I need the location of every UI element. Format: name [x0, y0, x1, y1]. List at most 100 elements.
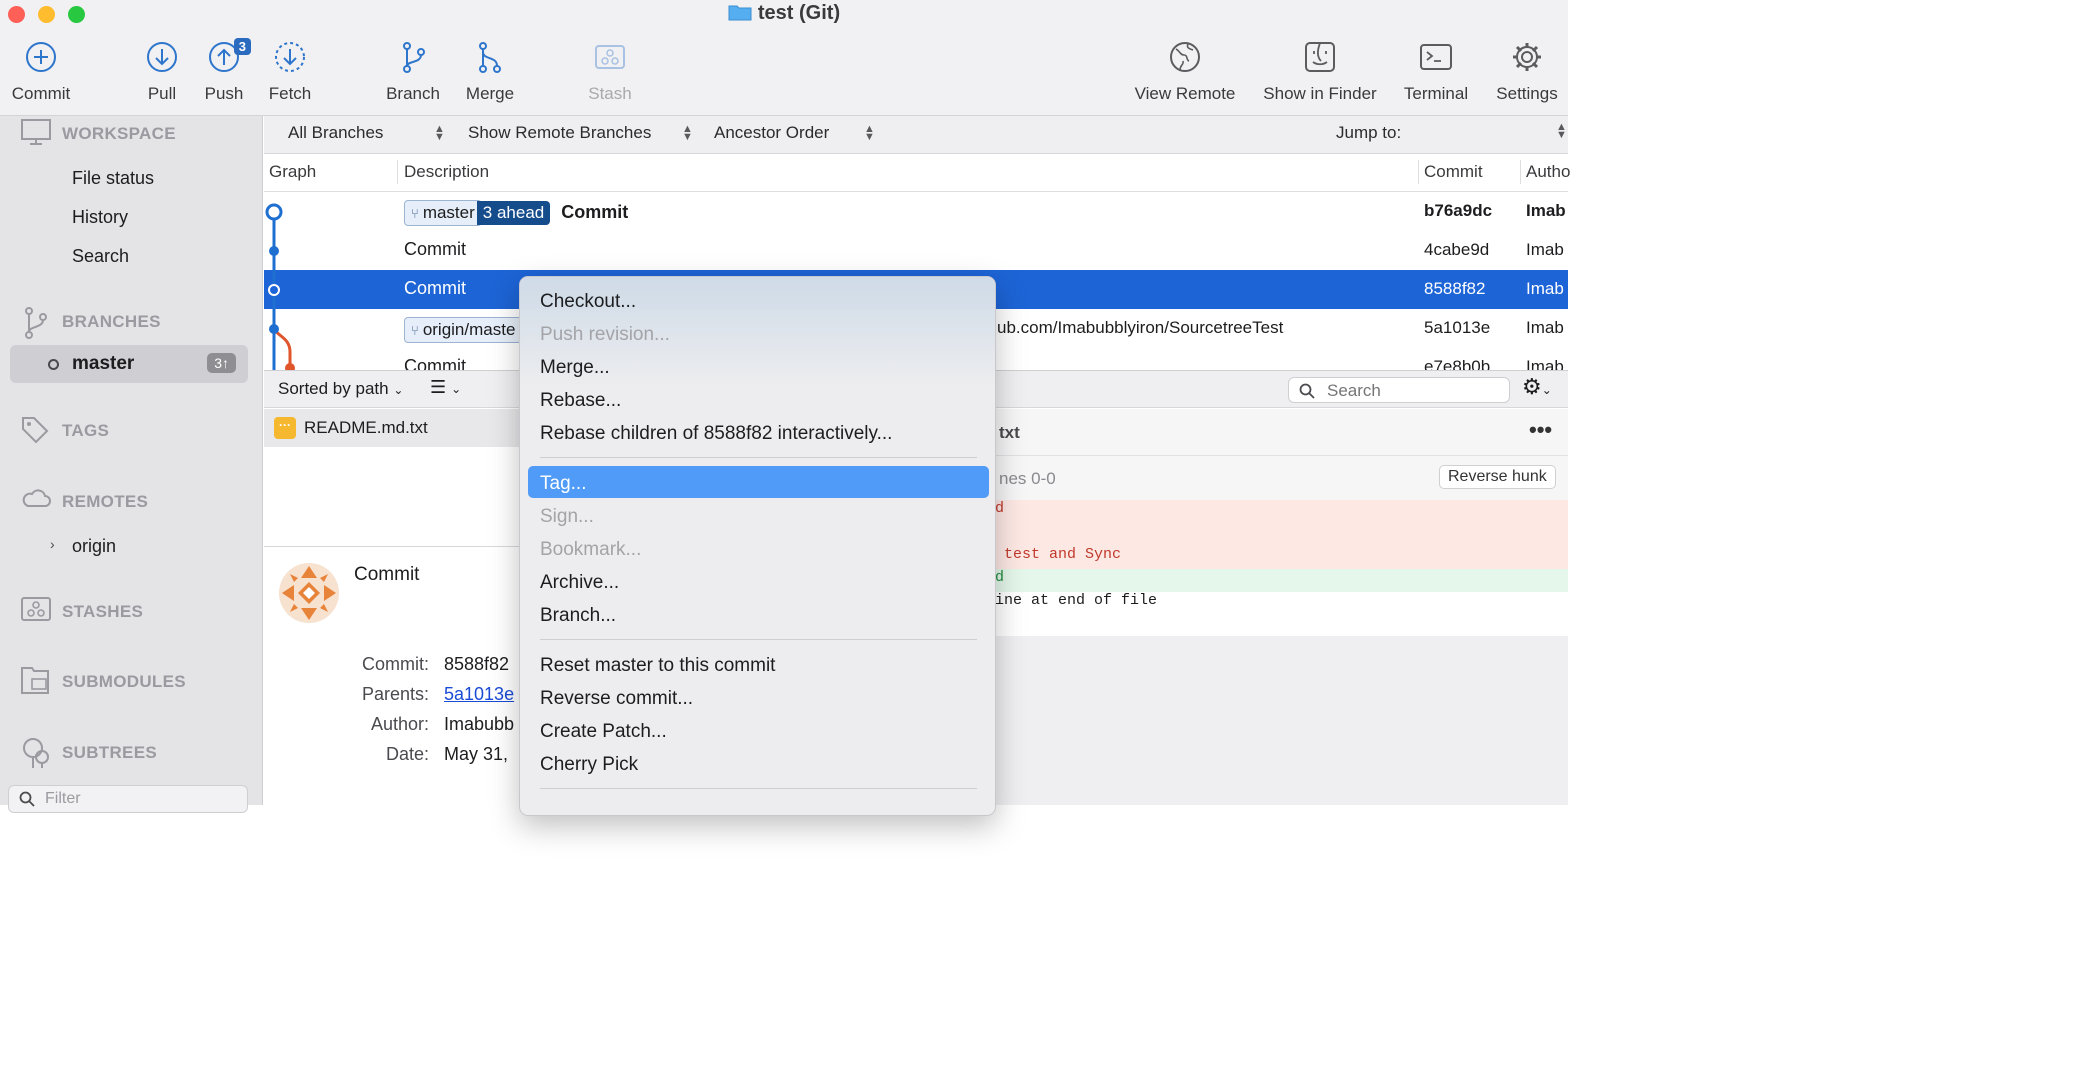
commit-hash: 8588f82 — [1424, 279, 1486, 298]
commit-button[interactable]: Commit — [8, 40, 74, 104]
commit-graph — [265, 203, 295, 370]
settings-button[interactable]: Settings — [1492, 40, 1562, 104]
diff-hunk-header: nes 0-0 Reverse hunk — [995, 456, 1568, 500]
pull-label: Pull — [147, 84, 177, 103]
commit-table-header: Graph Description Commit Autho — [264, 154, 1570, 192]
file-search-field[interactable] — [1288, 377, 1510, 403]
branch-filter-bar: All Branches ▲ ▼ Show Remote Branches ▲ ▼ … — [264, 116, 1568, 154]
commit-hash: e7e8b0b — [1424, 357, 1491, 370]
menu-item-reset[interactable]: Reset master to this commit — [540, 655, 775, 677]
submodule-icon — [21, 667, 49, 694]
commit-message: Commit — [561, 202, 629, 222]
menu-item-rebase[interactable]: Rebase... — [540, 390, 621, 412]
menu-item-cherry-pick[interactable]: Cherry Pick — [540, 754, 638, 776]
list-view-icon[interactable]: ☰ ⌄ — [430, 377, 461, 398]
commit-row[interactable]: ⑂ master 3 ahead Commit b76a9dc Imab — [264, 192, 1568, 231]
date-value: May 31, — [444, 744, 509, 764]
menu-item-reverse-commit[interactable]: Reverse commit... — [540, 688, 693, 710]
merge-button[interactable]: Merge — [462, 40, 518, 104]
push-count-badge: 3 — [233, 38, 251, 55]
context-menu: Checkout... Push revision... Merge... Re… — [519, 276, 996, 816]
search-icon — [19, 791, 35, 807]
parent-commit-link[interactable]: 5a1013e — [444, 684, 514, 705]
column-graph[interactable]: Graph — [269, 162, 316, 182]
finder-icon — [1305, 42, 1335, 72]
toolbar: test (Git) Commit Pull 3 Push Fetch Bran… — [0, 0, 1568, 116]
menu-item-branch[interactable]: Branch... — [540, 605, 616, 627]
submodules-heading: SUBMODULES — [62, 672, 186, 691]
stash-label: Stash — [588, 84, 632, 103]
sidebar-filter[interactable] — [8, 785, 248, 813]
monitor-icon — [21, 119, 51, 145]
menu-item-sign[interactable]: Sign... — [540, 506, 594, 528]
commit-hash: 4cabe9d — [1424, 240, 1490, 259]
menu-item-push-revision[interactable]: Push revision... — [540, 324, 670, 346]
branch-label: Branch — [386, 84, 440, 103]
sort-menu[interactable]: Sorted by path ⌄ — [278, 379, 403, 399]
menu-separator — [540, 457, 977, 458]
push-button[interactable]: 3 Push — [202, 38, 251, 104]
branch-label: ⑂ master — [404, 200, 482, 226]
commit-id-value: 8588f82 — [444, 654, 510, 674]
remote-branches-select[interactable]: Show Remote Branches — [468, 123, 651, 143]
arrow-down-circle-icon — [147, 42, 177, 72]
menu-item-tag[interactable]: Tag... — [540, 473, 586, 495]
merge-label: Merge — [465, 84, 515, 103]
column-author[interactable]: Autho — [1526, 162, 1570, 182]
fetch-label: Fetch — [268, 84, 312, 103]
menu-item-archive[interactable]: Archive... — [540, 572, 619, 594]
gear-icon — [1513, 43, 1541, 71]
diff-line-removed: test and Sync — [995, 546, 1568, 569]
gear-icon[interactable]: ⚙⌄ — [1522, 374, 1552, 400]
commit-message: Commit — [404, 356, 466, 370]
column-commit[interactable]: Commit — [1424, 162, 1483, 182]
branch-button[interactable]: Branch — [382, 40, 444, 104]
sidebar-item-history[interactable]: History — [72, 207, 128, 228]
commit-order-select[interactable]: Ancestor Order — [714, 123, 829, 143]
menu-separator — [540, 639, 977, 640]
stash-button[interactable]: Stash — [584, 40, 636, 104]
stashes-heading: STASHES — [62, 602, 144, 621]
hunk-range: nes 0-0 — [999, 469, 1056, 488]
sidebar-item-master[interactable]: master 3↑ — [10, 345, 248, 383]
commit-author: Imab — [1526, 279, 1564, 298]
jump-to-label: Jump to: — [1336, 123, 1402, 142]
remotes-heading: REMOTES — [62, 492, 149, 511]
sidebar-item-origin[interactable]: origin — [72, 536, 116, 557]
terminal-label: Terminal — [1403, 84, 1469, 103]
commit-label: Commit — [11, 84, 71, 103]
commit-message: ub.com/Imabubblyiron/SourcetreeTest — [997, 318, 1284, 337]
show-in-finder-button[interactable]: Show in Finder — [1258, 40, 1382, 104]
more-options-icon[interactable]: ••• — [1529, 417, 1552, 443]
chevron-right-icon[interactable]: › — [50, 536, 55, 552]
sidebar-item-file-status[interactable]: File status — [72, 168, 154, 189]
stash-icon — [21, 597, 51, 621]
reverse-hunk-button[interactable]: Reverse hunk — [1439, 465, 1556, 489]
menu-item-checkout[interactable]: Checkout... — [540, 291, 636, 313]
pull-button[interactable]: Pull — [140, 40, 184, 104]
show-in-finder-label: Show in Finder — [1263, 84, 1377, 103]
commit-row[interactable]: Commit 4cabe9d Imab — [264, 231, 1568, 270]
view-remote-button[interactable]: View Remote — [1130, 40, 1240, 104]
search-icon — [1299, 383, 1315, 399]
avatar — [279, 563, 339, 623]
column-description[interactable]: Description — [404, 162, 489, 182]
menu-item-create-patch[interactable]: Create Patch... — [540, 721, 667, 743]
commit-node — [285, 363, 295, 370]
terminal-button[interactable]: Terminal — [1400, 40, 1472, 104]
file-search-input[interactable] — [1325, 380, 1495, 402]
ahead-badge: 3 ahead — [476, 201, 551, 225]
current-branch-icon — [48, 359, 59, 370]
jump-to-select[interactable]: ▲ ▼ — [1556, 122, 1567, 141]
parents-label: Parents: — [361, 684, 429, 704]
menu-item-merge[interactable]: Merge... — [540, 357, 610, 379]
author-label: Author: — [370, 714, 429, 734]
menu-item-bookmark[interactable]: Bookmark... — [540, 539, 641, 561]
all-branches-select[interactable]: All Branches — [288, 123, 383, 143]
filter-input[interactable] — [43, 789, 233, 809]
select-arrows-icon: ▲ ▼ — [434, 123, 445, 143]
ahead-count-badge: 3↑ — [207, 353, 236, 373]
menu-item-rebase-children[interactable]: Rebase children of 8588f82 interactively… — [540, 423, 892, 445]
fetch-button[interactable]: Fetch — [264, 40, 316, 104]
sidebar-item-search[interactable]: Search — [72, 246, 129, 267]
